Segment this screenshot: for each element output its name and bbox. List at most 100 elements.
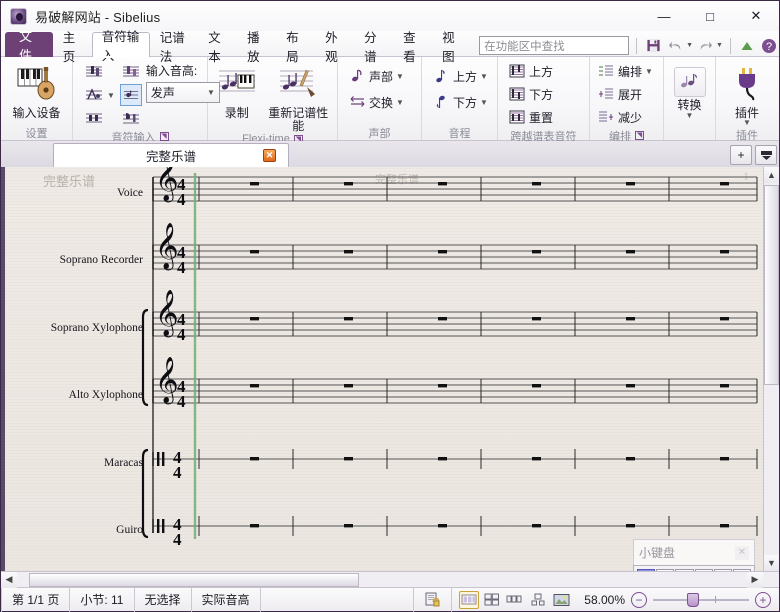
group-label-plugins: 插件 [736, 129, 758, 142]
tab-play[interactable]: 播放 [237, 31, 276, 64]
tab-appearance[interactable]: 外观 [315, 31, 354, 64]
ribbon-body: 输入设备 设置 ▼ 输入音高: 发声 ▼ 音符输入 ◥ 录制 重新记谱性能 Fl… [1, 57, 779, 145]
note-input-icon-2[interactable] [120, 61, 142, 83]
tab-list-button[interactable] [755, 145, 777, 165]
redo-icon[interactable] [696, 36, 715, 55]
zoom-out-button[interactable]: − [631, 591, 647, 608]
chevron-down-icon[interactable]: ▼ [686, 111, 694, 120]
close-button[interactable]: ✕ [733, 1, 779, 31]
undo-dropdown-icon[interactable]: ▼ [686, 42, 693, 49]
keypad-tab-more-notes[interactable] [656, 569, 675, 571]
keypad-tab-common-notes[interactable] [637, 569, 656, 571]
close-icon[interactable]: ✕ [263, 149, 276, 162]
chevron-down-icon[interactable]: ▼ [480, 98, 488, 107]
document-tab-full-score[interactable]: 完整乐谱 ✕ [53, 143, 289, 167]
ribbon-search-input[interactable]: 在功能区中查找 [479, 36, 630, 55]
zoom-slider[interactable] [653, 592, 749, 608]
score-canvas[interactable]: 完整乐谱 完整乐谱 1 Voice Soprano Recorder Sopra… [1, 167, 763, 571]
single-page-view-button[interactable] [528, 591, 548, 609]
cross-staff-reset-icon [508, 108, 526, 126]
arrange-button[interactable]: 编排 ▼ [595, 60, 655, 82]
renotate-performance-button[interactable]: 重新记谱性能 [265, 61, 331, 133]
tab-text[interactable]: 文本 [198, 31, 237, 64]
ribbon-group-intervals: 上方 ▼ 下方 ▼ 音程 [422, 57, 498, 140]
window-title: 易破解网站 - Sibelius [35, 9, 161, 25]
scroll-right-button[interactable]: ▶ [747, 571, 763, 588]
scroll-down-button[interactable]: ▼ [763, 555, 779, 571]
new-tab-button[interactable]: + [730, 145, 752, 165]
vertical-scrollbar[interactable]: ▲ ▼ [763, 167, 779, 571]
group-label-settings: 设置 [25, 127, 48, 140]
quick-access-toolbar: 在功能区中查找 ▼ ▼ ? [479, 36, 779, 57]
voice-button[interactable]: 声部 ▼ [346, 65, 406, 87]
minimize-button[interactable]: — [641, 1, 687, 31]
scroll-left-button[interactable]: ◀ [1, 571, 17, 588]
cross-staff-reset-button[interactable]: 重置 [506, 106, 555, 128]
scroll-up-button[interactable]: ▲ [763, 167, 779, 183]
help-icon[interactable]: ? [760, 36, 779, 55]
interval-above-button[interactable]: 上方 ▼ [430, 65, 490, 87]
zoom-in-button[interactable]: + [755, 591, 771, 608]
input-devices-button[interactable]: 输入设备 [7, 61, 66, 120]
group-label-voices: 声部 [368, 127, 391, 140]
transform-button[interactable]: 转换 ▼ [670, 65, 709, 120]
cross-staff-above-button[interactable]: 上方 [506, 60, 555, 82]
explode-icon [597, 85, 615, 103]
tab-home[interactable]: 主页 [53, 31, 92, 64]
spread-view-button[interactable] [482, 591, 502, 609]
explode-button[interactable]: 展开 [595, 83, 644, 105]
keypad-tab-articulation[interactable] [694, 569, 713, 571]
note-input-icon-6[interactable] [120, 107, 142, 129]
chevron-down-icon[interactable]: ▼ [645, 67, 653, 76]
dialog-launcher-icon[interactable]: ◥ [635, 131, 644, 140]
chevron-down-icon[interactable]: ▼ [396, 98, 404, 107]
interval-below-button[interactable]: 下方 ▼ [430, 91, 490, 113]
tab-file[interactable]: 文件 [5, 29, 53, 63]
redo-dropdown-icon[interactable]: ▼ [716, 42, 723, 49]
note-input-icon-5[interactable] [83, 107, 116, 129]
up-arrow-icon[interactable] [738, 36, 757, 55]
status-bar-number: 小节: 11 [70, 587, 135, 612]
chevron-down-icon[interactable]: ▼ [396, 72, 404, 81]
chevron-down-icon[interactable]: ▼ [107, 91, 115, 100]
undo-icon[interactable] [666, 36, 685, 55]
maximize-button[interactable]: □ [687, 1, 733, 31]
keypad-tab-beams-tremolos[interactable] [675, 569, 694, 571]
print-preview-button[interactable] [413, 587, 453, 612]
zoom-slider-thumb[interactable] [687, 592, 699, 607]
swap-voices-button[interactable]: 交换 ▼ [346, 91, 406, 113]
note-input-icon-4[interactable] [119, 84, 142, 106]
zoom-slider-track [653, 598, 749, 601]
save-icon[interactable] [644, 36, 663, 55]
note-input-icon-1[interactable] [83, 61, 116, 83]
horizontal-scrollbar-thumb[interactable] [29, 572, 359, 587]
tab-layout[interactable]: 布局 [276, 31, 315, 64]
note-input-icon-3[interactable]: ▼ [83, 84, 116, 106]
record-button[interactable]: 录制 [214, 61, 259, 120]
sibelius-window: 易破解网站 - Sibelius — □ ✕ 文件 主页 音符输入 记谱法 文本… [0, 0, 780, 612]
cross-staff-below-button[interactable]: 下方 [506, 83, 555, 105]
plugins-button[interactable]: 插件 ▼ [722, 61, 772, 127]
vertical-scrollbar-thumb[interactable] [764, 185, 779, 385]
keypad-tab-jazz-articulation[interactable] [713, 569, 732, 571]
dialog-launcher-icon[interactable]: ◥ [159, 132, 169, 141]
close-icon[interactable]: ✕ [735, 545, 749, 560]
tab-view[interactable]: 视图 [432, 31, 471, 64]
group-label-transform [664, 125, 715, 140]
keypad-tab-accidentals[interactable] [732, 569, 752, 571]
panorama-view-button[interactable] [459, 590, 480, 609]
keypad-title-bar[interactable]: 小键盘 ✕ [633, 539, 755, 565]
chevron-down-icon[interactable]: ▼ [480, 72, 488, 81]
status-selection: 无选择 [135, 587, 192, 612]
horizontal-scrollbar[interactable]: ◀ ▶ [1, 571, 779, 588]
status-bar: 第 1/1 页 小节: 11 无选择 实际音高 58.00% − + [1, 587, 779, 612]
zoom-slider-tick [715, 596, 716, 603]
tab-note-input[interactable]: 音符输入 [91, 30, 150, 63]
multi-page-view-button[interactable] [505, 591, 525, 609]
reduce-button[interactable]: 减少 [595, 106, 644, 128]
full-screen-view-button[interactable] [551, 591, 571, 609]
svg-text:?: ? [766, 41, 772, 53]
tab-parts[interactable]: 分谱 [354, 31, 393, 64]
tab-notation[interactable]: 记谱法 [150, 31, 198, 64]
tab-review[interactable]: 查看 [393, 31, 432, 64]
